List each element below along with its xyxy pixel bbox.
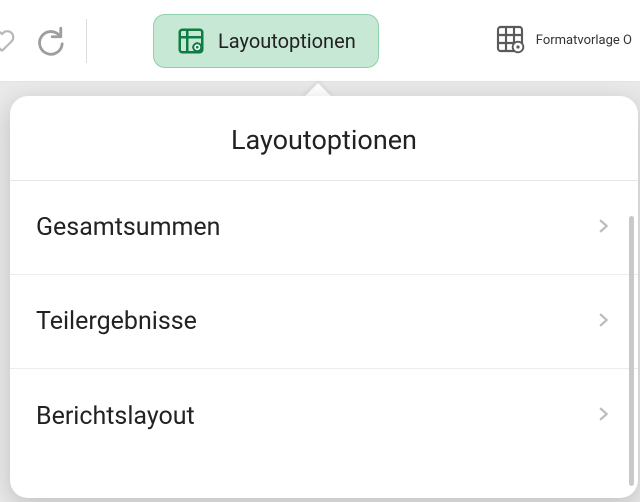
row-grand-totals[interactable]: Gesamtsummen bbox=[10, 181, 638, 275]
row-report-layout[interactable]: Berichtslayout bbox=[10, 369, 638, 463]
chevron-right-icon bbox=[594, 400, 612, 432]
grid-gear-icon bbox=[494, 23, 526, 59]
heart-icon[interactable] bbox=[0, 16, 16, 66]
toolbar: Layoutoptionen Formatvorlage O bbox=[0, 0, 640, 82]
row-label: Gesamtsummen bbox=[36, 213, 221, 242]
layout-options-button[interactable]: Layoutoptionen bbox=[153, 14, 379, 68]
layout-options-popover: Layoutoptionen Gesamtsummen Teilergebnis… bbox=[10, 96, 638, 498]
scroll-indicator[interactable] bbox=[629, 216, 634, 486]
row-label: Teilergebnisse bbox=[36, 307, 197, 336]
redo-button[interactable] bbox=[26, 19, 70, 63]
chevron-right-icon bbox=[594, 306, 612, 338]
chevron-right-icon bbox=[594, 212, 612, 244]
row-label: Berichtslayout bbox=[36, 402, 195, 431]
popover-title: Layoutoptionen bbox=[10, 96, 638, 181]
style-template-button[interactable]: Formatvorlage O bbox=[488, 17, 632, 65]
style-template-label: Formatvorlage O bbox=[536, 33, 632, 48]
toolbar-separator bbox=[86, 19, 87, 63]
layout-options-icon bbox=[176, 26, 206, 56]
row-subtotals[interactable]: Teilergebnisse bbox=[10, 275, 638, 369]
layout-options-label: Layoutoptionen bbox=[218, 29, 356, 53]
popover-list: Gesamtsummen Teilergebnisse Berichtslayo… bbox=[10, 181, 638, 463]
